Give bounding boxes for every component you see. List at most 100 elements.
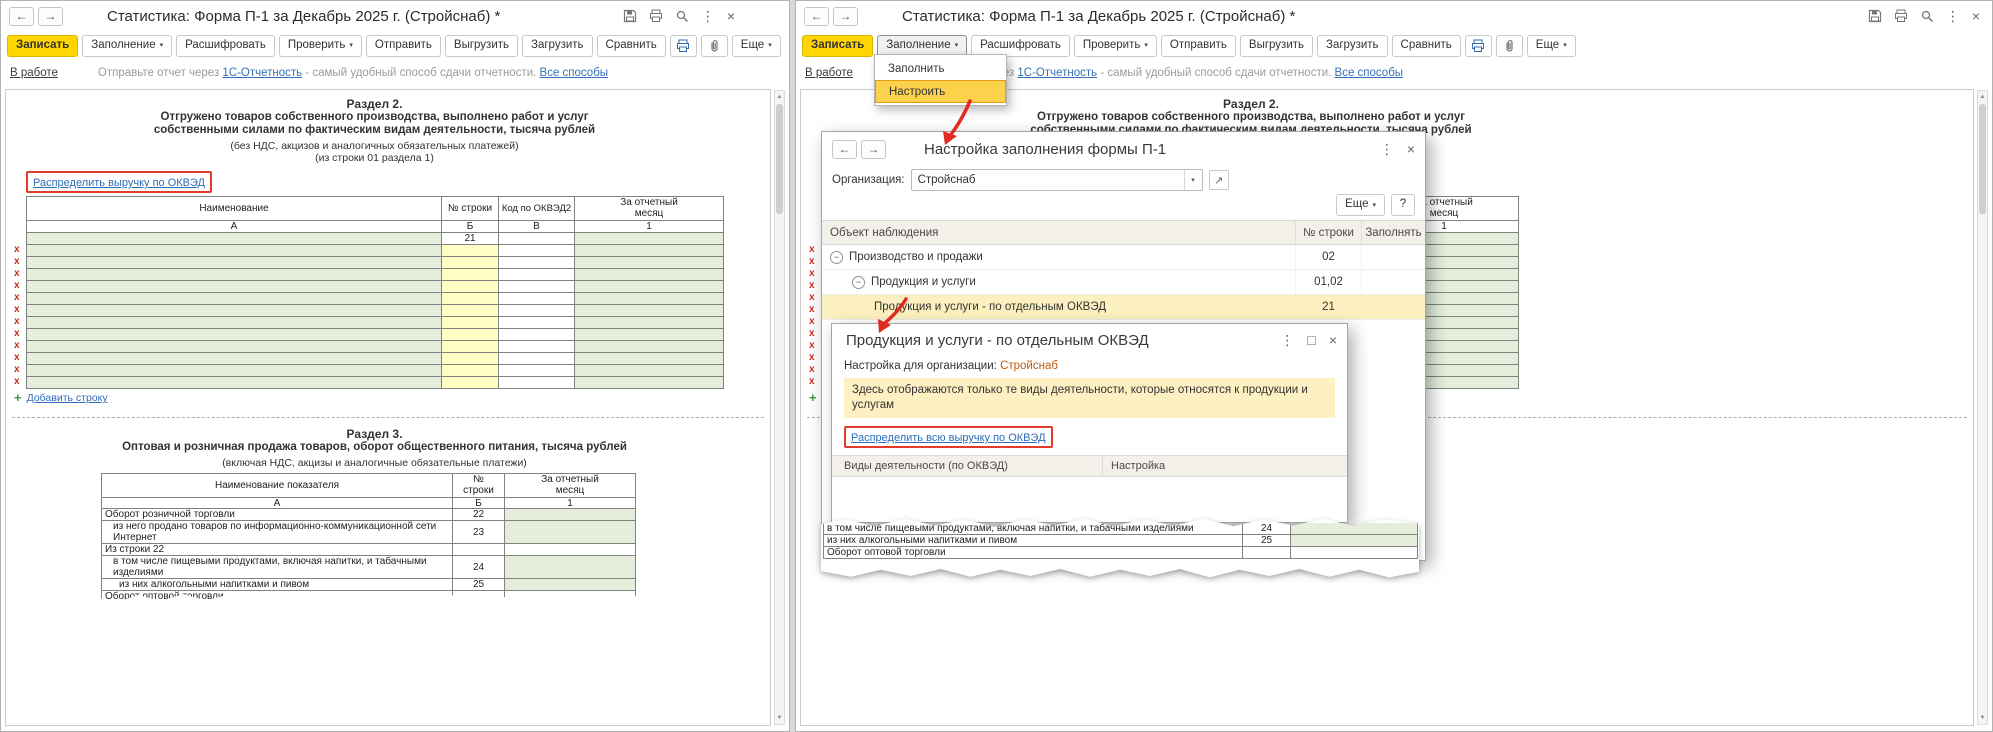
- cell-line-code[interactable]: [442, 353, 499, 365]
- search-icon[interactable]: [675, 9, 689, 23]
- close-icon[interactable]: ×: [1329, 333, 1337, 347]
- send-button[interactable]: Отправить: [1161, 35, 1236, 57]
- scroll-up-icon[interactable]: ▲: [775, 92, 784, 102]
- cell-month-value[interactable]: [505, 544, 636, 556]
- close-icon[interactable]: ×: [1972, 9, 1980, 23]
- cell-okved-code[interactable]: [499, 377, 575, 389]
- menu-dots-icon[interactable]: ⋮: [1946, 9, 1960, 23]
- delete-row-icon[interactable]: x: [809, 316, 815, 328]
- menu-dots-icon[interactable]: ⋮: [1280, 333, 1294, 347]
- cell-okved-code[interactable]: [499, 245, 575, 257]
- more-button[interactable]: Еще▾: [732, 35, 781, 57]
- cell-month-value[interactable]: [575, 341, 724, 353]
- cell-name[interactable]: [27, 281, 442, 293]
- cell-line-code[interactable]: [442, 365, 499, 377]
- forward-button[interactable]: →: [833, 7, 858, 26]
- cell-okved-code[interactable]: [499, 353, 575, 365]
- delete-row-icon[interactable]: x: [14, 268, 20, 280]
- scroll-down-icon[interactable]: ▼: [1978, 713, 1987, 723]
- cell-name[interactable]: [27, 365, 442, 377]
- cell-month-value[interactable]: [505, 579, 636, 591]
- tree-row-selected[interactable]: Продукция и услуги - по отдельным ОКВЭД …: [822, 295, 1425, 320]
- export-button[interactable]: Выгрузить: [445, 35, 518, 57]
- scroll-down-icon[interactable]: ▼: [775, 713, 784, 723]
- cell-okved-code[interactable]: [499, 317, 575, 329]
- delete-row-icon[interactable]: x: [14, 352, 20, 364]
- save-icon[interactable]: [1868, 9, 1882, 23]
- cell-month-value[interactable]: [575, 329, 724, 341]
- delete-row-icon[interactable]: x: [14, 316, 20, 328]
- cell-name[interactable]: [27, 269, 442, 281]
- vertical-scrollbar[interactable]: ▲ ▼: [774, 90, 785, 725]
- cell-okved-code[interactable]: [499, 257, 575, 269]
- delete-row-icon[interactable]: x: [14, 328, 20, 340]
- delete-row-icon[interactable]: x: [14, 364, 20, 376]
- delete-row-icon[interactable]: x: [14, 280, 20, 292]
- print-icon[interactable]: [649, 9, 663, 23]
- distribute-revenue-link[interactable]: Распределить выручку по ОКВЭД: [33, 177, 205, 189]
- cell-okved-code[interactable]: [499, 293, 575, 305]
- more-button[interactable]: Еще▾: [1336, 194, 1385, 216]
- cell-name[interactable]: [27, 329, 442, 341]
- save-button[interactable]: Записать: [7, 35, 78, 57]
- more-button[interactable]: Еще▾: [1527, 35, 1576, 57]
- cell-name[interactable]: [27, 305, 442, 317]
- cell-month-value[interactable]: [575, 317, 724, 329]
- cell-line-code[interactable]: [442, 281, 499, 293]
- open-link-button[interactable]: ↗: [1209, 170, 1229, 190]
- menu-item-fill[interactable]: Заполнить: [875, 57, 1006, 80]
- cell-month-value[interactable]: [575, 269, 724, 281]
- delete-row-icon[interactable]: x: [14, 376, 20, 388]
- decipher-button[interactable]: Расшифровать: [176, 35, 275, 57]
- delete-row-icon[interactable]: x: [809, 304, 815, 316]
- cell-line-code[interactable]: [442, 305, 499, 317]
- status-state-link[interactable]: В работе: [805, 67, 853, 79]
- cell-line-code[interactable]: [442, 293, 499, 305]
- print-button[interactable]: [1465, 35, 1492, 57]
- all-ways-link[interactable]: Все способы: [540, 67, 609, 79]
- check-button[interactable]: Проверить▾: [279, 35, 362, 57]
- cell-month-value[interactable]: [575, 293, 724, 305]
- cell-month-value[interactable]: [575, 377, 724, 389]
- cell-month-value[interactable]: [575, 245, 724, 257]
- collapse-icon[interactable]: −: [830, 251, 843, 264]
- delete-row-icon[interactable]: x: [809, 292, 815, 304]
- service-link[interactable]: 1С-Отчетность: [1017, 67, 1097, 79]
- import-button[interactable]: Загрузить: [522, 35, 593, 57]
- cell-name[interactable]: [27, 317, 442, 329]
- combo-dropdown-button[interactable]: ▾: [1184, 170, 1202, 190]
- menu-item-configure[interactable]: Настроить: [875, 80, 1006, 103]
- cell-name[interactable]: [27, 257, 442, 269]
- service-link[interactable]: 1С-Отчетность: [222, 67, 302, 79]
- delete-row-icon[interactable]: x: [809, 340, 815, 352]
- forward-button[interactable]: →: [861, 140, 886, 159]
- cell-line-code[interactable]: [442, 341, 499, 353]
- cell-month-value[interactable]: [575, 257, 724, 269]
- search-icon[interactable]: [1920, 9, 1934, 23]
- organization-value[interactable]: Стройснаб: [1000, 360, 1058, 372]
- delete-row-icon[interactable]: x: [14, 340, 20, 352]
- cell-okved-code[interactable]: [499, 365, 575, 377]
- import-button[interactable]: Загрузить: [1317, 35, 1388, 57]
- cell-line-code[interactable]: [442, 257, 499, 269]
- cell-name[interactable]: [27, 245, 442, 257]
- compare-button[interactable]: Сравнить: [597, 35, 666, 57]
- cell-line-code[interactable]: 21: [442, 233, 499, 245]
- compare-button[interactable]: Сравнить: [1392, 35, 1461, 57]
- delete-row-icon[interactable]: x: [809, 352, 815, 364]
- cell-okved-code[interactable]: [499, 341, 575, 353]
- cell-name[interactable]: [27, 341, 442, 353]
- back-button[interactable]: ←: [804, 7, 829, 26]
- delete-row-icon[interactable]: x: [14, 244, 20, 256]
- collapse-icon[interactable]: −: [852, 276, 865, 289]
- delete-row-icon[interactable]: x: [809, 268, 815, 280]
- cell-month-value[interactable]: [505, 556, 636, 579]
- print-button[interactable]: [670, 35, 697, 57]
- send-button[interactable]: Отправить: [366, 35, 441, 57]
- delete-row-icon[interactable]: x: [809, 364, 815, 376]
- delete-row-icon[interactable]: x: [809, 256, 815, 268]
- forward-button[interactable]: →: [38, 7, 63, 26]
- cell-month-value[interactable]: [575, 281, 724, 293]
- cell-name[interactable]: [27, 293, 442, 305]
- cell-month-value[interactable]: [575, 353, 724, 365]
